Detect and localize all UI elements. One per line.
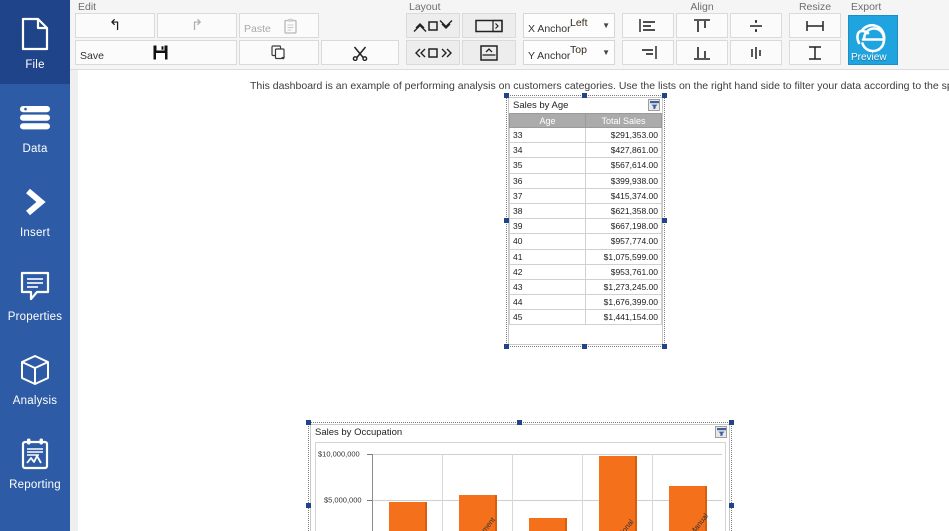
chevron-right-icon: [21, 181, 49, 223]
resize-handle-s[interactable]: [582, 344, 587, 349]
preview-label: Preview: [851, 52, 887, 63]
copy-button[interactable]: [239, 40, 319, 65]
sidebar-item-label: File: [25, 59, 45, 71]
preview-button[interactable]: Preview: [848, 15, 898, 65]
same-width-button[interactable]: [789, 13, 841, 38]
align-top-icon: [693, 18, 711, 34]
clipboard-chart-icon: [19, 433, 51, 475]
align-bottom-icon: [693, 45, 711, 61]
resize-handle-nw[interactable]: [306, 420, 311, 425]
resize-handle-sw[interactable]: [504, 344, 509, 349]
resize-handle-n[interactable]: [582, 93, 587, 98]
align-right-button[interactable]: [622, 40, 674, 65]
chart-selection-frame: [306, 420, 734, 531]
align-center-horizontal-button[interactable]: [730, 13, 782, 38]
align-center-vertical-icon: [747, 45, 765, 61]
floppy-disk-icon: [153, 45, 168, 60]
database-icon: [18, 97, 52, 139]
save-button[interactable]: Save: [75, 40, 237, 65]
clipboard-icon: [283, 18, 297, 34]
sidebar-item-label: Reporting: [9, 479, 61, 491]
resize-handle-nw[interactable]: [504, 93, 509, 98]
sidebar-item-data[interactable]: Data: [0, 84, 70, 168]
x-anchor-label: X Anchor: [528, 23, 571, 35]
file-icon: [20, 13, 50, 55]
bring-forward-button[interactable]: [406, 13, 460, 38]
ribbon-group-layout: Layout: [403, 0, 520, 69]
dock-top-icon: [479, 44, 499, 61]
paste-button[interactable]: Paste: [239, 13, 319, 38]
ribbon-group-anchor: X Anchor Left ▼ Y Anchor Top ▼: [520, 0, 619, 69]
copy-icon: [271, 44, 287, 61]
chevron-down-icon: ▼: [602, 21, 610, 30]
ribbon-group-title: Align: [690, 1, 714, 13]
ribbon-group-title: Resize: [798, 1, 832, 13]
resize-handle-n[interactable]: [517, 420, 522, 425]
application-window: File Data Insert Properties Analysis Rep…: [0, 0, 949, 531]
same-height-icon: [806, 45, 824, 61]
sidebar-item-label: Insert: [20, 227, 50, 239]
table-selection-frame: [504, 93, 667, 349]
ribbon-group-title: Layout: [409, 1, 441, 13]
y-anchor-value: Top: [570, 44, 587, 56]
same-height-button[interactable]: [789, 40, 841, 65]
ribbon-group-title: Export: [851, 1, 882, 13]
send-backward-button[interactable]: [406, 40, 460, 65]
sidebar-item-label: Data: [22, 143, 48, 155]
sidebar-item-properties[interactable]: Properties: [0, 252, 70, 336]
redo-button[interactable]: ↱: [157, 13, 237, 38]
comment-lines-icon: [19, 265, 51, 307]
main-sidebar: File Data Insert Properties Analysis Rep…: [0, 0, 70, 531]
save-label: Save: [80, 50, 104, 62]
ribbon-group-title: Edit: [78, 1, 97, 13]
resize-handle-w[interactable]: [504, 218, 509, 223]
dock-right-button[interactable]: [462, 13, 516, 38]
move-horizontal-icon: [411, 46, 455, 60]
resize-handle-ne[interactable]: [729, 420, 734, 425]
move-vertical-icon: [411, 19, 455, 33]
y-anchor-select[interactable]: Y Anchor Top ▼: [523, 40, 615, 65]
main-area: Edit ↰ ↱ Paste Save Layout X Anchor Left…: [70, 0, 949, 531]
same-width-icon: [804, 19, 826, 33]
dashboard-canvas[interactable]: This dashboard is an example of performi…: [78, 70, 949, 531]
redo-arrow-icon: ↱: [190, 17, 204, 34]
ribbon-group-edit: Edit ↰ ↱ Paste Save: [72, 0, 403, 69]
cut-button[interactable]: [321, 40, 399, 65]
undo-arrow-icon: ↰: [108, 17, 122, 34]
sidebar-item-file[interactable]: File: [0, 0, 70, 84]
align-center-horizontal-icon: [747, 18, 765, 34]
sidebar-item-analysis[interactable]: Analysis: [0, 336, 70, 420]
align-top-button[interactable]: [676, 13, 728, 38]
resize-handle-w[interactable]: [306, 503, 311, 508]
dashboard-description: This dashboard is an example of performi…: [250, 80, 949, 92]
resize-handle-e[interactable]: [729, 503, 734, 508]
cube-icon: [19, 349, 51, 391]
canvas-scroll-area[interactable]: This dashboard is an example of performi…: [70, 70, 949, 531]
y-anchor-label: Y Anchor: [528, 50, 571, 62]
align-right-icon: [638, 45, 658, 60]
align-center-vertical-button[interactable]: [730, 40, 782, 65]
ribbon-toolbar: Edit ↰ ↱ Paste Save Layout X Anchor Left…: [70, 0, 949, 70]
undo-button[interactable]: ↰: [75, 13, 155, 38]
x-anchor-value: Left: [570, 17, 588, 29]
resize-handle-e[interactable]: [662, 218, 667, 223]
sidebar-item-reporting[interactable]: Reporting: [0, 420, 70, 504]
scissors-icon: [352, 45, 368, 61]
resize-handle-se[interactable]: [662, 344, 667, 349]
ribbon-group-export: Export Preview: [845, 0, 902, 69]
sidebar-item-label: Analysis: [12, 395, 58, 407]
chevron-down-icon: ▼: [602, 48, 610, 57]
sidebar-item-label: Properties: [7, 311, 63, 323]
sidebar-item-insert[interactable]: Insert: [0, 168, 70, 252]
ribbon-group-resize: Resize: [786, 0, 845, 69]
align-bottom-button[interactable]: [676, 40, 728, 65]
x-anchor-select[interactable]: X Anchor Left ▼: [523, 13, 615, 38]
ribbon-group-align: Align: [619, 0, 786, 69]
align-left-icon: [638, 18, 658, 33]
dock-right-icon: [474, 19, 504, 33]
dock-top-button[interactable]: [462, 40, 516, 65]
resize-handle-ne[interactable]: [662, 93, 667, 98]
paste-label: Paste: [244, 23, 271, 35]
align-left-button[interactable]: [622, 13, 674, 38]
